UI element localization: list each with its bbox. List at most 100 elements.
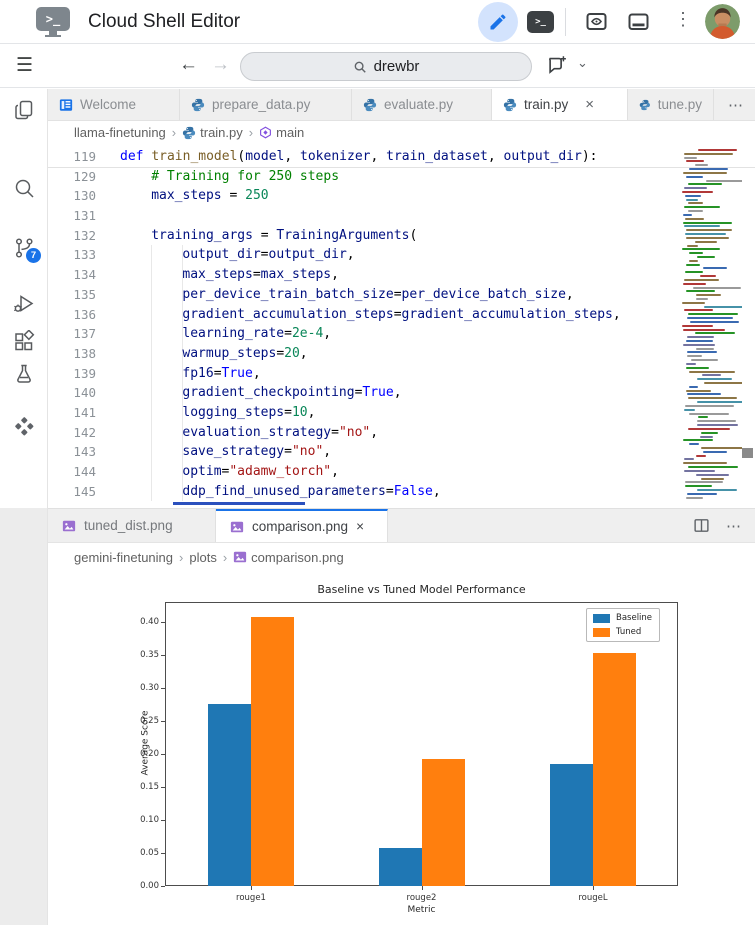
more-options-button[interactable]: ⋮ xyxy=(674,9,692,30)
more-tabs-button[interactable]: ⋯ xyxy=(716,89,755,120)
line-number: 144 xyxy=(73,464,96,479)
user-avatar[interactable] xyxy=(705,4,740,39)
open-in-window-button[interactable] xyxy=(626,10,651,34)
code-line-129[interactable]: 129 # Training for 250 steps xyxy=(48,167,755,187)
minimap-line xyxy=(684,404,735,407)
editor-tab-evaluate.py[interactable]: evaluate.py xyxy=(352,89,492,120)
editor-mode-button[interactable] xyxy=(478,2,518,42)
close-icon[interactable]: × xyxy=(356,519,364,534)
test-lab-icon[interactable] xyxy=(12,362,36,386)
breadcrumb-item-plots[interactable]: plots xyxy=(189,550,216,565)
code-line-144[interactable]: 144 optim="adamw_torch", xyxy=(48,462,755,482)
code-text: # Training for 250 steps xyxy=(151,168,340,184)
code-line-132[interactable]: 132 training_args = TrainingArguments( xyxy=(48,226,755,246)
minimap-line xyxy=(684,233,726,236)
breadcrumb-item-llama-finetuning[interactable]: llama-finetuning xyxy=(74,125,166,140)
minimap-line xyxy=(704,382,742,385)
vertical-scrollbar[interactable] xyxy=(742,448,753,458)
back-button[interactable]: ← xyxy=(179,54,198,76)
code-line-135[interactable]: 135 per_device_train_batch_size=per_devic… xyxy=(48,285,755,305)
code-line-136[interactable]: 136 gradient_accumulation_steps=gradient_… xyxy=(48,305,755,325)
minimap-line xyxy=(697,488,737,491)
minimap-line xyxy=(687,355,702,358)
minimap-line xyxy=(692,286,741,289)
minimap-line xyxy=(701,446,742,449)
hamburger-menu-button[interactable]: ☰ xyxy=(16,54,33,77)
run-debug-icon[interactable] xyxy=(12,292,36,316)
minimap[interactable] xyxy=(680,147,742,501)
code-line-134[interactable]: 134 max_steps=max_steps, xyxy=(48,265,755,285)
minimap-line xyxy=(695,164,708,167)
breadcrumb-item-train.py[interactable]: train.py xyxy=(182,125,243,140)
extensions-icon[interactable] xyxy=(12,330,36,354)
code-text: def train_model(model, tokenizer, train_… xyxy=(120,149,598,164)
line-number: 143 xyxy=(73,444,96,460)
y-tick-mark xyxy=(161,720,165,722)
panel-tab-comparison.png[interactable]: comparison.png × xyxy=(216,509,388,542)
x-tick-mark xyxy=(421,886,423,890)
minimap-line xyxy=(695,332,735,335)
breadcrumb-item-main[interactable]: main xyxy=(259,125,304,140)
split-editor-icon[interactable] xyxy=(693,517,710,534)
bar-baseline-rougeL xyxy=(550,764,593,886)
minimap-line xyxy=(682,213,692,216)
code-line-133[interactable]: 133 output_dir=output_dir, xyxy=(48,245,755,265)
code-text: training_args = TrainingArguments( xyxy=(151,227,418,243)
minimap-line xyxy=(686,263,700,266)
editor-tab-tune.py[interactable]: tune.py xyxy=(628,89,714,120)
code-text: warmup_steps=20, xyxy=(182,345,308,361)
minimap-line xyxy=(683,206,721,209)
web-preview-button[interactable] xyxy=(584,10,609,34)
y-tick-label: 0.15 xyxy=(140,781,159,792)
panel-breadcrumb[interactable]: gemini-finetuning › plots › comparison.png xyxy=(48,544,755,570)
editor-breadcrumb[interactable]: llama-finetuning › train.py › main xyxy=(48,122,755,143)
minimap-line xyxy=(683,282,707,285)
chevron-down-icon[interactable]: ⌄ xyxy=(577,55,588,71)
code-line-119[interactable]: 119 def train_model(model, tokenizer, tra… xyxy=(48,147,755,167)
line-number: 119 xyxy=(73,149,96,164)
code-text: optim="adamw_torch", xyxy=(182,464,339,479)
code-line-137[interactable]: 137 learning_rate=2e-4, xyxy=(48,324,755,344)
open-terminal-button[interactable]: >_ xyxy=(527,11,554,33)
horizontal-scrollbar[interactable] xyxy=(173,502,305,505)
editor-tab-prepare_data.py[interactable]: prepare_data.py xyxy=(180,89,352,120)
y-tick-mark xyxy=(161,886,165,887)
breadcrumb-item-gemini-finetuning[interactable]: gemini-finetuning xyxy=(74,550,173,565)
code-line-131[interactable]: 131 xyxy=(48,206,755,226)
line-number: 134 xyxy=(73,267,96,283)
code-line-140[interactable]: 140 gradient_checkpointing=True, xyxy=(48,383,755,403)
minimap-line xyxy=(682,248,720,251)
search-sidebar-icon[interactable] xyxy=(12,176,36,200)
search-input[interactable]: drewbr xyxy=(240,52,532,81)
cloud-code-icon[interactable] xyxy=(12,415,36,439)
minimap-line xyxy=(689,259,699,262)
minimap-line xyxy=(700,431,719,434)
code-line-139[interactable]: 139 fp16=True, xyxy=(48,364,755,384)
line-number: 140 xyxy=(73,385,96,401)
legend-label: Tuned xyxy=(616,627,642,637)
y-tick-mark xyxy=(161,852,165,854)
send-feedback-button[interactable] xyxy=(546,54,568,76)
minimap-line xyxy=(685,229,733,232)
code-line-143[interactable]: 143 save_strategy="no", xyxy=(48,442,755,462)
code-line-142[interactable]: 142 evaluation_strategy="no", xyxy=(48,423,755,443)
y-tick-label: 0.40 xyxy=(140,616,159,627)
code-line-130[interactable]: 130 max_steps = 250 xyxy=(48,186,755,206)
code-line-141[interactable]: 141 logging_steps=10, xyxy=(48,403,755,423)
panel-tab-tuned_dist.png[interactable]: tuned_dist.png xyxy=(48,509,216,542)
explorer-icon[interactable] xyxy=(12,98,36,122)
minimap-line xyxy=(687,492,717,495)
code-line-145[interactable]: 145 ddp_find_unused_parameters=False, xyxy=(48,482,755,502)
editor-tab-Welcome[interactable]: Welcome xyxy=(48,89,180,120)
code-line-138[interactable]: 138 warmup_steps=20, xyxy=(48,344,755,364)
close-icon[interactable]: × xyxy=(585,96,594,113)
code-editor[interactable]: 119 def train_model(model, tokenizer, tra… xyxy=(48,143,755,508)
image-file-icon xyxy=(230,521,244,532)
tab-label: evaluate.py xyxy=(384,97,454,112)
breadcrumb-item-comparison.png[interactable]: comparison.png xyxy=(233,550,344,565)
editor-tab-train.py[interactable]: train.py × xyxy=(492,89,628,120)
minimap-line xyxy=(686,336,714,339)
minimap-line xyxy=(688,370,736,373)
minimap-line xyxy=(686,290,715,293)
panel-more-button[interactable]: ⋯ xyxy=(726,517,741,535)
